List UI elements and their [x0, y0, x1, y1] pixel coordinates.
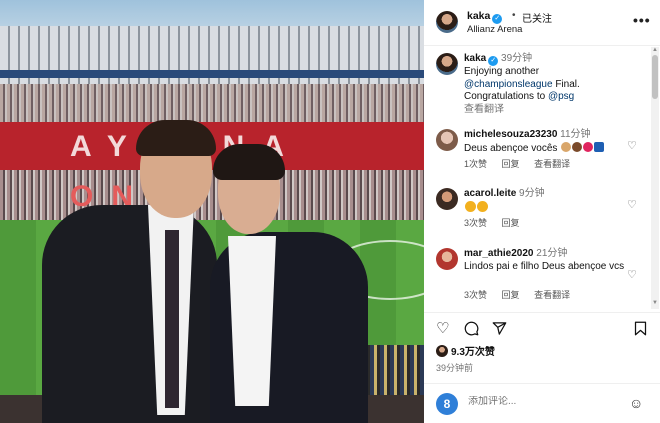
comment-meta: 3次赞 回复	[464, 216, 532, 229]
comment-reply-button[interactable]: 回复	[502, 218, 520, 228]
caption-text-2: Final.	[552, 78, 580, 90]
caption-username[interactable]: kaka	[464, 53, 486, 64]
caption-avatar[interactable]	[436, 53, 458, 75]
scrollbar-thumb[interactable]	[652, 55, 658, 99]
family-emoji-icon	[572, 141, 583, 152]
comment-body: acarol.leite 9分钟	[464, 188, 634, 215]
father-hair	[136, 120, 216, 156]
comment-body: mar_athie2020 21分钟 Lindos pai e filho De…	[464, 248, 634, 273]
add-comment-input[interactable]	[468, 396, 608, 407]
caption-translate-link[interactable]: 查看翻译	[464, 104, 504, 115]
post-side-panel: kaka ✓ • 已关注 Allianz Arena ••• kaka ✓ 39分钟…	[424, 0, 660, 423]
author-username[interactable]: kaka	[467, 10, 490, 22]
stadium-crowd-upper	[0, 84, 424, 122]
more-options-icon[interactable]: •••	[633, 12, 651, 28]
stadium-crowd-lower	[0, 170, 424, 220]
comment-reply-button[interactable]: 回复	[502, 159, 520, 169]
comment-bubble-icon[interactable]	[464, 321, 479, 339]
comment-body: michelesouza23230 11分钟 Deus abençoe você…	[464, 129, 634, 155]
caption-body: kaka ✓ 39分钟 Enjoying another @championsle…	[464, 53, 634, 116]
caption-text-1: Enjoying another	[464, 66, 540, 77]
comment-likes[interactable]: 1次赞	[464, 159, 487, 169]
caption-text-3: Congratulations to	[464, 91, 548, 102]
comment-username[interactable]: michelesouza23230	[464, 129, 557, 140]
scroll-down-arrow-icon[interactable]: ▼	[652, 300, 658, 306]
comment-like-heart-icon[interactable]: ♡	[627, 198, 637, 211]
commenter-avatar[interactable]	[436, 129, 458, 151]
author-username-row[interactable]: kaka ✓	[467, 10, 503, 24]
stadium-roof-band	[0, 70, 424, 78]
comment-composer: 8 ☺	[424, 383, 660, 423]
comment-username[interactable]: acarol.leite	[464, 188, 516, 199]
post-header: kaka ✓ • 已关注 Allianz Arena •••	[424, 0, 660, 46]
comment-translate-link[interactable]: 查看翻译	[534, 159, 570, 169]
red-heart-emoji-icon	[583, 141, 594, 152]
comment-username[interactable]: mar_athie2020	[464, 248, 534, 259]
header-separator: •	[512, 10, 516, 21]
father-tie	[165, 230, 179, 408]
comment-text: Deus abençoe vocês	[464, 142, 558, 154]
comment-meta: 3次赞 回复 查看翻译	[464, 288, 582, 301]
comment-like-heart-icon[interactable]: ♡	[627, 268, 637, 281]
comment-reply-button[interactable]: 回复	[502, 290, 520, 300]
comment-meta: 1次赞 回复 查看翻译	[464, 157, 582, 170]
emoji-picker-icon[interactable]: ☺	[629, 395, 643, 411]
commenter-avatar[interactable]	[436, 248, 458, 270]
liker-avatar	[436, 345, 448, 357]
post-actions-bar: ♡	[424, 312, 660, 342]
comments-scrollbar[interactable]: ▲ ▼	[651, 47, 659, 309]
comment-time: 11分钟	[560, 129, 591, 140]
star-struck-emoji-icon	[477, 200, 488, 212]
share-send-icon[interactable]	[492, 321, 507, 339]
comment-text: Lindos pai e filho Deus abençoe vcs	[464, 260, 625, 272]
comments-list[interactable]: kaka ✓ 39分钟 Enjoying another @championsle…	[424, 47, 650, 309]
scroll-up-arrow-icon[interactable]: ▲	[652, 47, 658, 53]
mention-psg[interactable]: @psg	[548, 91, 574, 102]
son-shirt	[228, 236, 276, 406]
comment-time: 9分钟	[519, 188, 545, 199]
verified-badge-icon: ✓	[492, 14, 503, 24]
praying-hands-emoji-icon	[561, 141, 572, 152]
comment-likes[interactable]: 3次赞	[464, 290, 487, 300]
like-heart-icon[interactable]: ♡	[436, 321, 449, 336]
posted-time: 39分钟前	[436, 363, 474, 373]
verified-badge-icon: ✓	[488, 56, 499, 66]
save-bookmark-icon[interactable]	[634, 321, 647, 339]
likes-count-text[interactable]: 9.3万次赞	[451, 347, 495, 358]
following-button[interactable]: 已关注	[522, 10, 552, 25]
comment-translate-link[interactable]: 查看翻译	[534, 290, 570, 300]
likes-count[interactable]: 9.3万次赞	[436, 343, 495, 358]
comment-time: 21分钟	[536, 248, 568, 259]
mention-championsleague[interactable]: @championsleague	[464, 79, 553, 90]
commenter-avatar[interactable]	[436, 188, 458, 210]
flag-emoji-icon	[594, 141, 605, 152]
star-struck-emoji-icon	[465, 200, 476, 212]
current-user-avatar: 8	[436, 393, 458, 415]
author-avatar[interactable]	[436, 11, 458, 33]
comment-likes[interactable]: 3次赞	[464, 218, 487, 228]
post-photo[interactable]: AYRENA ONE	[0, 0, 424, 423]
son-hair	[213, 144, 285, 180]
comment-like-heart-icon[interactable]: ♡	[627, 139, 637, 152]
location-link[interactable]: Allianz Arena	[467, 24, 522, 35]
caption-time: 39分钟	[501, 53, 533, 64]
crowd-fans	[360, 345, 424, 400]
